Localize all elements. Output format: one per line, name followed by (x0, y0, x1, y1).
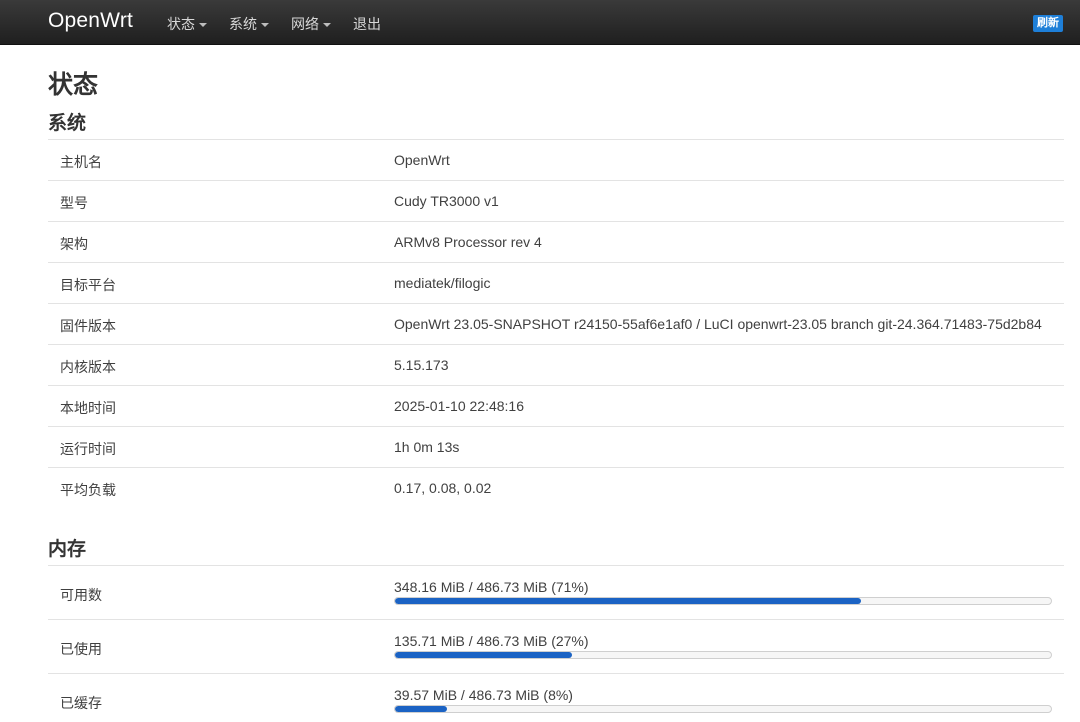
row-label: 本地时间 (60, 400, 116, 416)
memory-value: 348.16 MiB / 486.73 MiB (71%) (394, 579, 589, 595)
row-label: 可用数 (60, 587, 102, 603)
memory-progress-bar (394, 705, 1052, 713)
table-row: 内核版本 5.15.173 (48, 344, 1064, 385)
system-section-title: 系统 (48, 113, 87, 134)
menu-network[interactable]: 网络 (291, 14, 331, 34)
row-value: 0.17, 0.08, 0.02 (394, 480, 492, 496)
row-value: 5.15.173 (394, 357, 449, 373)
row-label: 固件版本 (60, 318, 116, 334)
row-value: mediatek/filogic (394, 275, 491, 291)
table-row: 平均负载 0.17, 0.08, 0.02 (48, 467, 1064, 508)
brand-logo[interactable]: OpenWrt (48, 9, 133, 33)
memory-progress-fill (395, 598, 861, 604)
memory-progress-bar (394, 651, 1052, 659)
row-value: OpenWrt 23.05-SNAPSHOT r24150-55af6e1af0… (394, 316, 1042, 332)
table-row: 主机名 OpenWrt (48, 139, 1064, 180)
main-menu: 状态 系统 网络 退出 (167, 14, 403, 34)
menu-status-label: 状态 (167, 16, 195, 32)
refresh-button[interactable]: 刷新 (1033, 15, 1063, 32)
row-value: Cudy TR3000 v1 (394, 193, 499, 209)
menu-logout[interactable]: 退出 (353, 14, 381, 34)
row-label: 已缓存 (60, 695, 102, 711)
row-label: 内核版本 (60, 359, 116, 375)
row-value: OpenWrt (394, 152, 450, 168)
row-label: 运行时间 (60, 441, 116, 457)
table-row: 已使用 135.71 MiB / 486.73 MiB (27%) (48, 619, 1064, 673)
memory-progress-fill (395, 652, 573, 658)
table-row: 目标平台 mediatek/filogic (48, 262, 1064, 303)
row-label: 架构 (60, 236, 88, 252)
table-row: 已缓存 39.57 MiB / 486.73 MiB (8%) (48, 673, 1064, 722)
row-value: 2025-01-10 22:48:16 (394, 398, 524, 414)
chevron-down-icon (323, 23, 331, 27)
row-label: 主机名 (60, 154, 102, 170)
table-row: 本地时间 2025-01-10 22:48:16 (48, 385, 1064, 426)
row-value: 1h 0m 13s (394, 439, 460, 455)
table-row: 可用数 348.16 MiB / 486.73 MiB (71%) (48, 565, 1064, 619)
chevron-down-icon (261, 23, 269, 27)
top-navbar: OpenWrt 状态 系统 网络 退出 刷新 (0, 0, 1080, 45)
row-label: 已使用 (60, 641, 102, 657)
menu-status[interactable]: 状态 (167, 14, 207, 34)
row-label: 型号 (60, 195, 88, 211)
memory-section-title: 内存 (48, 539, 87, 560)
page-title: 状态 (48, 71, 99, 99)
memory-progress-bar (394, 597, 1052, 605)
memory-table: 可用数 348.16 MiB / 486.73 MiB (71%) 已使用 13… (48, 565, 1064, 722)
menu-network-label: 网络 (291, 16, 319, 32)
table-row: 运行时间 1h 0m 13s (48, 426, 1064, 467)
row-value: ARMv8 Processor rev 4 (394, 234, 542, 250)
menu-system[interactable]: 系统 (229, 14, 269, 34)
chevron-down-icon (199, 23, 207, 27)
table-row: 固件版本 OpenWrt 23.05-SNAPSHOT r24150-55af6… (48, 303, 1064, 344)
menu-system-label: 系统 (229, 16, 257, 32)
row-label: 目标平台 (60, 277, 116, 293)
table-row: 型号 Cudy TR3000 v1 (48, 180, 1064, 221)
row-label: 平均负载 (60, 482, 116, 498)
system-info-table: 主机名 OpenWrt 型号 Cudy TR3000 v1 架构 ARMv8 P… (48, 139, 1064, 508)
menu-logout-label: 退出 (353, 16, 381, 32)
memory-progress-fill (395, 706, 448, 712)
memory-value: 135.71 MiB / 486.73 MiB (27%) (394, 633, 589, 649)
table-row: 架构 ARMv8 Processor rev 4 (48, 221, 1064, 262)
memory-value: 39.57 MiB / 486.73 MiB (8%) (394, 687, 573, 703)
